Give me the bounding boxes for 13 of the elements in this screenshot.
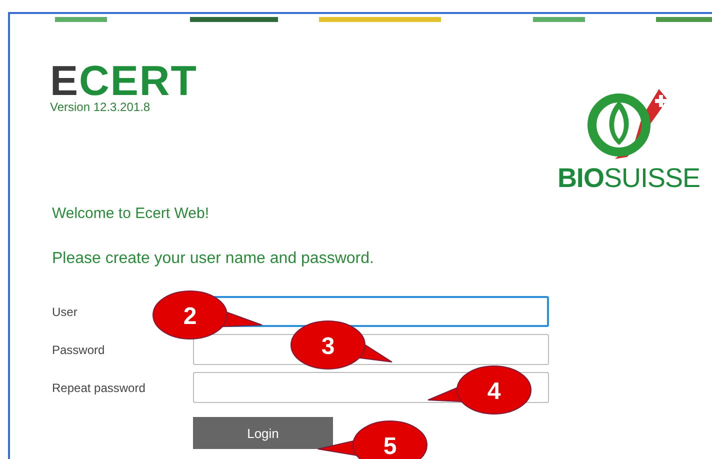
callout-number: 3 <box>321 333 335 360</box>
field-label: Repeat password <box>52 380 146 394</box>
field-label: User <box>52 304 78 318</box>
instruction-text: Please create your user name and password. <box>52 250 375 268</box>
callout-number: 5 <box>383 433 397 459</box>
ecert-logo: ECERT <box>50 63 198 99</box>
version-text: Version 12.3.201.8 <box>50 100 152 114</box>
callout-number: 2 <box>183 303 197 330</box>
welcome-text: Welcome to Ecert Web! <box>52 205 210 222</box>
field-label: Password <box>52 342 105 356</box>
biosuisse-logo: BIOSUISSE <box>557 163 700 194</box>
callout-number: 4 <box>487 378 501 405</box>
login-button[interactable]: Login <box>193 417 333 449</box>
